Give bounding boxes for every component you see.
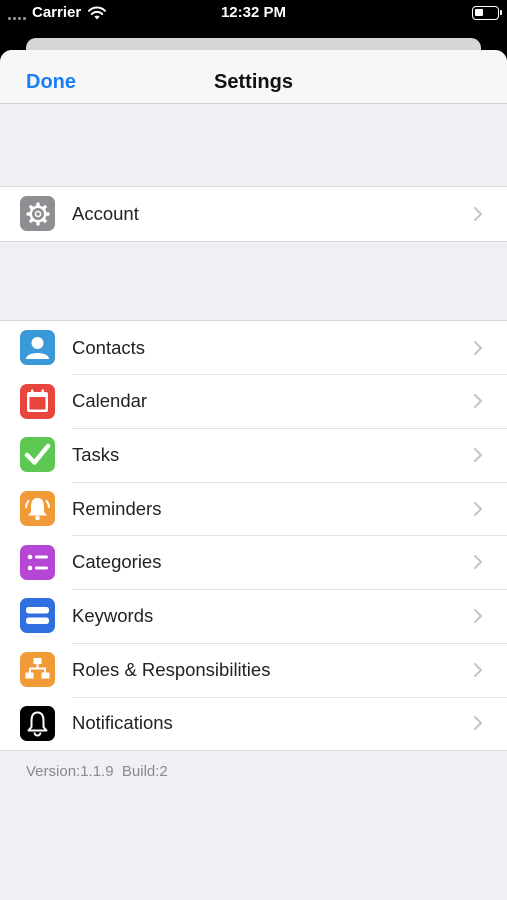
chevron-right-icon bbox=[474, 447, 482, 462]
build-label: Build:2 bbox=[121, 763, 168, 781]
modules-group: Contacts Calendar Tasks Reminders Catego… bbox=[0, 319, 507, 752]
navigation-bar: Done Settings bbox=[0, 50, 507, 104]
bars-icon bbox=[20, 598, 55, 634]
settings-row-notifications[interactable]: Notifications bbox=[0, 696, 507, 751]
settings-row-tasks[interactable]: Tasks bbox=[0, 428, 507, 482]
chevron-right-icon bbox=[474, 501, 482, 516]
chevron-right-icon bbox=[474, 340, 482, 355]
version-info: Version:1.1.9 Build:2 bbox=[26, 763, 507, 780]
settings-row-reminders[interactable]: Reminders bbox=[0, 481, 507, 536]
settings-row-label: Notifications bbox=[72, 712, 173, 734]
chevron-right-icon bbox=[474, 394, 482, 409]
checkmark-icon bbox=[20, 437, 55, 473]
account-group: Account bbox=[0, 186, 507, 242]
chevron-right-icon bbox=[474, 662, 482, 677]
battery-icon bbox=[472, 6, 502, 20]
settings-row-account[interactable]: Account bbox=[0, 187, 507, 241]
org-chart-icon bbox=[20, 652, 55, 688]
settings-row-label: Calendar bbox=[72, 390, 148, 412]
calendar-icon bbox=[20, 383, 55, 419]
settings-row-calendar[interactable]: Calendar bbox=[0, 374, 507, 428]
chevron-right-icon bbox=[474, 608, 482, 623]
settings-row-roles[interactable]: Roles & Responsibilities bbox=[0, 642, 507, 697]
settings-row-categories[interactable]: Categories bbox=[0, 535, 507, 589]
settings-row-keywords[interactable]: Keywords bbox=[0, 589, 507, 643]
alarm-bell-icon bbox=[20, 491, 55, 527]
settings-row-label: Account bbox=[72, 202, 139, 224]
settings-row-label: Tasks bbox=[72, 443, 120, 465]
settings-row-label: Categories bbox=[72, 551, 162, 573]
settings-row-label: Roles & Responsibilities bbox=[72, 658, 271, 680]
page-title: Settings bbox=[214, 71, 293, 93]
settings-row-label: Reminders bbox=[72, 497, 162, 519]
status-bar: Carrier 12:32 PM bbox=[0, 0, 507, 30]
version-label: Version:1.1.9 bbox=[26, 763, 114, 781]
bell-icon bbox=[20, 705, 55, 741]
settings-row-label: Contacts bbox=[72, 336, 146, 358]
chevron-right-icon bbox=[474, 555, 482, 570]
settings-row-label: Keywords bbox=[72, 604, 154, 626]
status-time: 12:32 PM bbox=[220, 4, 287, 21]
chevron-right-icon bbox=[474, 716, 482, 731]
settings-row-contacts[interactable]: Contacts bbox=[0, 321, 507, 375]
settings-sheet: Done Settings Account Contacts Calendar … bbox=[0, 50, 507, 900]
person-icon bbox=[20, 330, 55, 366]
list-icon bbox=[20, 544, 55, 580]
gear-icon bbox=[20, 196, 55, 232]
chevron-right-icon bbox=[474, 206, 482, 221]
